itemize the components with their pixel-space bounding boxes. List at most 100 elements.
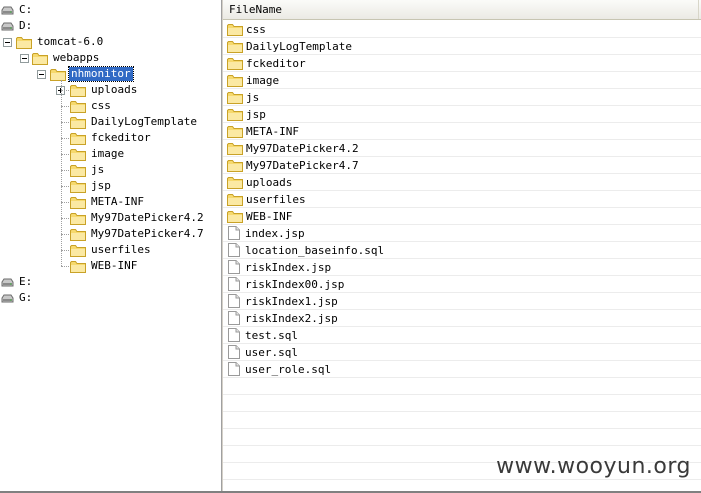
tree-node-child-10[interactable]: userfiles <box>70 242 153 258</box>
tree-node-label: G: <box>19 291 33 304</box>
folder-icon <box>70 116 86 129</box>
folder-icon <box>227 40 243 53</box>
folder-icon <box>32 52 48 65</box>
file-name: riskIndex.jsp <box>245 260 332 274</box>
file-name: user_role.sql <box>245 362 332 376</box>
tree-node-label: webapps <box>53 51 100 64</box>
file-row[interactable]: riskIndex00.jsp <box>223 276 701 293</box>
folder-row[interactable]: userfiles <box>223 191 701 208</box>
file-row[interactable]: user_role.sql <box>223 361 701 378</box>
empty-row <box>223 378 701 395</box>
folder-icon <box>70 164 86 177</box>
tree-node-label: jsp <box>91 179 111 192</box>
tree-node-child-6[interactable]: jsp <box>70 178 113 194</box>
tree-node-label: My97DatePicker4.7 <box>91 227 204 240</box>
empty-row <box>223 480 701 491</box>
file-row[interactable]: riskIndex1.jsp <box>223 293 701 310</box>
file-icon <box>228 294 240 308</box>
drive-icon <box>1 21 14 31</box>
file-row[interactable]: location_baseinfo.sql <box>223 242 701 259</box>
folder-icon <box>227 210 243 223</box>
folder-icon <box>227 193 243 206</box>
folder-icon <box>70 260 86 273</box>
file-row[interactable]: user.sql <box>223 344 701 361</box>
tree-node-child-11[interactable]: WEB-INF <box>70 258 139 274</box>
folder-row[interactable]: My97DatePicker4.7 <box>223 157 701 174</box>
file-row[interactable]: riskIndex.jsp <box>223 259 701 276</box>
folder-icon <box>70 148 86 161</box>
column-header-bar: FileName <box>223 0 701 20</box>
file-row[interactable]: index.jsp <box>223 225 701 242</box>
folder-name: userfiles <box>246 192 306 206</box>
tree-node-label: js <box>91 163 105 176</box>
tree-node-webapps[interactable]: webapps <box>32 50 101 66</box>
tree-node-label: userfiles <box>91 243 151 256</box>
tree-node-tomcat[interactable]: tomcat-6.0 <box>16 34 105 50</box>
folder-row[interactable]: uploads <box>223 174 701 191</box>
folder-icon <box>227 74 243 87</box>
tree-node-drive-bottom-1[interactable]: G: <box>1 290 34 306</box>
watermark: www.wooyun.org <box>496 454 691 479</box>
tree-connector-line <box>61 250 69 251</box>
folder-icon <box>227 125 243 138</box>
folder-row[interactable]: css <box>223 21 701 38</box>
folder-icon <box>227 108 243 121</box>
tree-connector-line <box>61 234 69 235</box>
tree-node-child-1[interactable]: css <box>70 98 113 114</box>
folder-icon <box>70 196 86 209</box>
tree-node-child-4[interactable]: image <box>70 146 126 162</box>
drive-icon <box>1 277 14 287</box>
tree-connector-line <box>61 186 69 187</box>
folder-icon <box>70 84 86 97</box>
file-name: riskIndex1.jsp <box>245 294 338 308</box>
tree-node-child-5[interactable]: js <box>70 162 106 178</box>
folder-row[interactable]: META-INF <box>223 123 701 140</box>
folder-row[interactable]: image <box>223 72 701 89</box>
tree-node-child-8[interactable]: My97DatePicker4.2 <box>70 210 206 226</box>
folder-row[interactable]: js <box>223 89 701 106</box>
tree-node-label: E: <box>19 275 33 288</box>
collapse-nhmonitor-toggle[interactable] <box>37 70 46 79</box>
tree-connector-line <box>61 106 69 107</box>
tree-node-label: META-INF <box>91 195 144 208</box>
tree-node-label: My97DatePicker4.2 <box>91 211 204 224</box>
folder-icon <box>70 244 86 257</box>
collapse-tomcat-toggle[interactable] <box>3 38 12 47</box>
tree-node-drive-1[interactable]: D: <box>1 18 34 34</box>
drive-icon <box>1 293 14 303</box>
folder-name: My97DatePicker4.7 <box>246 158 359 172</box>
tree-node-drive-0[interactable]: C: <box>1 2 34 18</box>
folder-tree-pane[interactable]: C: D: tomcat-6.0 webapps nhmonitor uploads css… <box>0 0 221 491</box>
tree-node-drive-bottom-0[interactable]: E: <box>1 274 34 290</box>
file-list-pane[interactable]: FileName css DailyLogTemplate fckeditor ima… <box>223 0 701 491</box>
tree-connector-line <box>61 170 69 171</box>
folder-name: jsp <box>246 107 266 121</box>
folder-icon <box>50 68 66 81</box>
folder-icon <box>70 100 86 113</box>
tree-node-child-3[interactable]: fckeditor <box>70 130 153 146</box>
tree-connector-line <box>61 80 62 266</box>
folder-row[interactable]: DailyLogTemplate <box>223 38 701 55</box>
folder-icon <box>16 36 32 49</box>
folder-row[interactable]: fckeditor <box>223 55 701 72</box>
folder-row[interactable]: My97DatePicker4.2 <box>223 140 701 157</box>
tree-node-label: fckeditor <box>91 131 151 144</box>
folder-name: META-INF <box>246 124 299 138</box>
file-name: user.sql <box>245 345 298 359</box>
tree-node-child-2[interactable]: DailyLogTemplate <box>70 114 199 130</box>
tree-node-child-0[interactable]: uploads <box>70 82 139 98</box>
tree-node-label: DailyLogTemplate <box>91 115 197 128</box>
folder-icon <box>227 23 243 36</box>
file-row[interactable]: riskIndex2.jsp <box>223 310 701 327</box>
folder-row[interactable]: WEB-INF <box>223 208 701 225</box>
tree-connector-line <box>61 218 69 219</box>
collapse-webapps-toggle[interactable] <box>20 54 29 63</box>
tree-node-child-7[interactable]: META-INF <box>70 194 146 210</box>
tree-node-child-9[interactable]: My97DatePicker4.7 <box>70 226 206 242</box>
column-header-filename[interactable]: FileName <box>223 0 699 19</box>
tree-node-nhmonitor[interactable]: nhmonitor <box>50 66 134 82</box>
folder-row[interactable]: jsp <box>223 106 701 123</box>
file-row[interactable]: test.sql <box>223 327 701 344</box>
tree-node-label: nhmonitor <box>68 66 134 82</box>
file-name: index.jsp <box>245 226 305 240</box>
